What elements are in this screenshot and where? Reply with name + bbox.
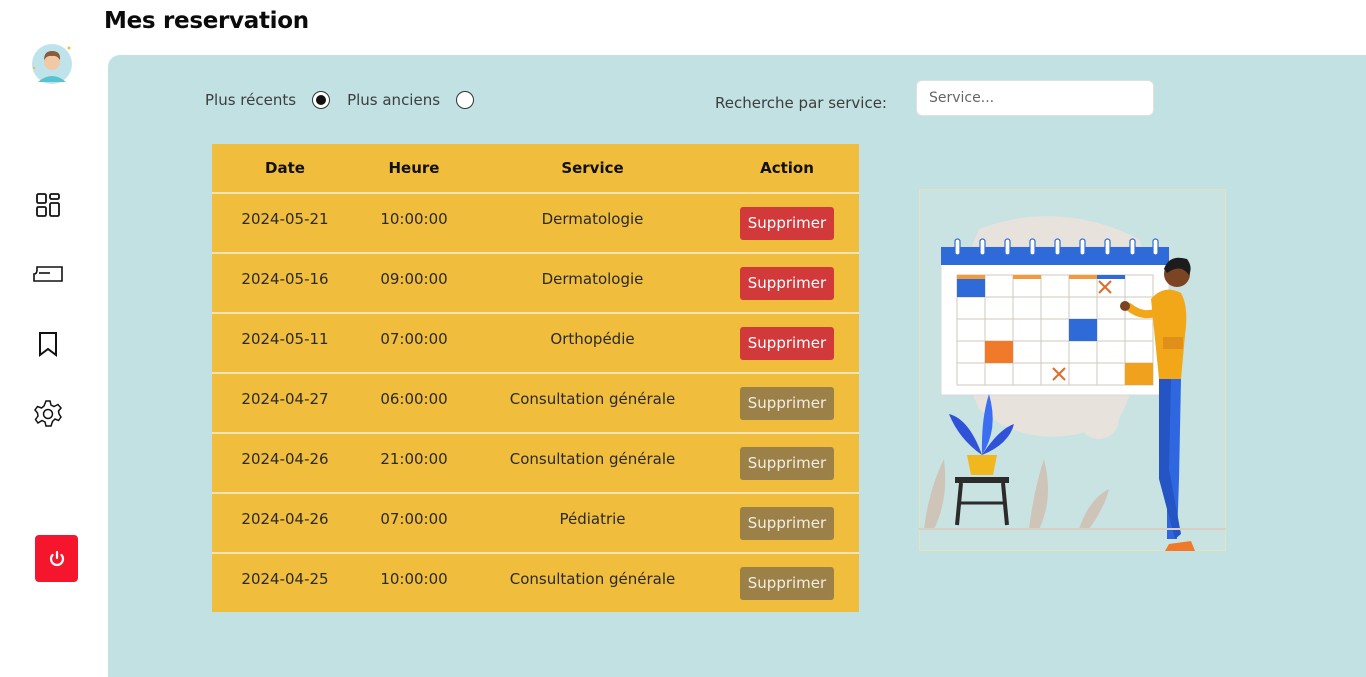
row-service: Orthopédie — [550, 330, 635, 348]
row-time: 07:00:00 — [380, 510, 448, 528]
sidebar — [0, 0, 100, 677]
row-time: 10:00:00 — [380, 570, 448, 588]
header-time: Heure — [388, 159, 440, 177]
sort-options: Plus récents Plus anciens — [205, 91, 475, 109]
row-time: 10:00:00 — [380, 210, 448, 228]
main-panel: Plus récents Plus anciens Recherche par … — [108, 55, 1366, 677]
header-date: Date — [265, 159, 305, 177]
delete-button-disabled[interactable]: Supprimer — [740, 566, 834, 600]
row-service: Consultation générale — [509, 450, 676, 468]
delete-button[interactable]: Supprimer — [740, 266, 834, 300]
reservations-table: Date Heure Service Action 2024-05-21 10:… — [212, 144, 859, 612]
header-service: Service — [561, 159, 624, 177]
sort-recent-label: Plus récents — [205, 91, 297, 109]
table-row: 2024-04-25 10:00:00 Consultation général… — [212, 552, 859, 612]
row-service: Consultation générale — [509, 570, 676, 588]
row-date: 2024-05-21 — [241, 210, 329, 228]
sort-recent-radio[interactable] — [312, 91, 331, 109]
delete-button-disabled[interactable]: Supprimer — [740, 506, 834, 540]
row-date: 2024-04-27 — [241, 390, 329, 408]
search-input[interactable] — [916, 80, 1154, 116]
row-date: 2024-04-25 — [241, 570, 329, 588]
row-time: 21:00:00 — [380, 450, 448, 468]
header-action: Action — [760, 159, 814, 177]
delete-button-disabled[interactable]: Supprimer — [740, 386, 834, 420]
calendar-illustration — [918, 188, 1227, 552]
page-title: Mes reservation — [104, 8, 309, 34]
row-service: Pédiatrie — [559, 510, 626, 528]
table-row: 2024-04-26 07:00:00 Pédiatrie Supprimer — [212, 492, 859, 552]
logout-button[interactable] — [35, 535, 78, 582]
dashboard-icon[interactable] — [32, 189, 64, 221]
delete-button[interactable]: Supprimer — [740, 326, 834, 360]
table-row: 2024-05-16 09:00:00 Dermatologie Supprim… — [212, 252, 859, 312]
row-date: 2024-04-26 — [241, 510, 329, 528]
table-row: 2024-05-21 10:00:00 Dermatologie Supprim… — [212, 192, 859, 252]
delete-button-disabled[interactable]: Supprimer — [740, 446, 834, 480]
row-service: Consultation générale — [509, 390, 676, 408]
user-avatar[interactable] — [30, 42, 74, 86]
table-row: 2024-04-26 21:00:00 Consultation général… — [212, 432, 859, 492]
table-row: 2024-05-11 07:00:00 Orthopédie Supprimer — [212, 312, 859, 372]
table-row: 2024-04-27 06:00:00 Consultation général… — [212, 372, 859, 432]
ticket-icon[interactable] — [32, 258, 64, 290]
row-time: 09:00:00 — [380, 270, 448, 288]
row-date: 2024-04-26 — [241, 450, 329, 468]
power-icon — [49, 550, 64, 566]
row-service: Dermatologie — [541, 270, 644, 288]
row-date: 2024-05-11 — [241, 330, 329, 348]
row-service: Dermatologie — [541, 210, 644, 228]
sort-old-label: Plus anciens — [347, 91, 441, 109]
delete-button[interactable]: Supprimer — [740, 206, 834, 240]
row-time: 07:00:00 — [380, 330, 448, 348]
bookmark-icon[interactable] — [32, 328, 64, 360]
row-date: 2024-05-16 — [241, 270, 329, 288]
gear-icon[interactable] — [32, 398, 64, 430]
search-label: Recherche par service: — [715, 94, 887, 112]
sort-old-radio[interactable] — [456, 91, 475, 109]
row-time: 06:00:00 — [380, 390, 448, 408]
table-header: Date Heure Service Action — [212, 144, 859, 192]
